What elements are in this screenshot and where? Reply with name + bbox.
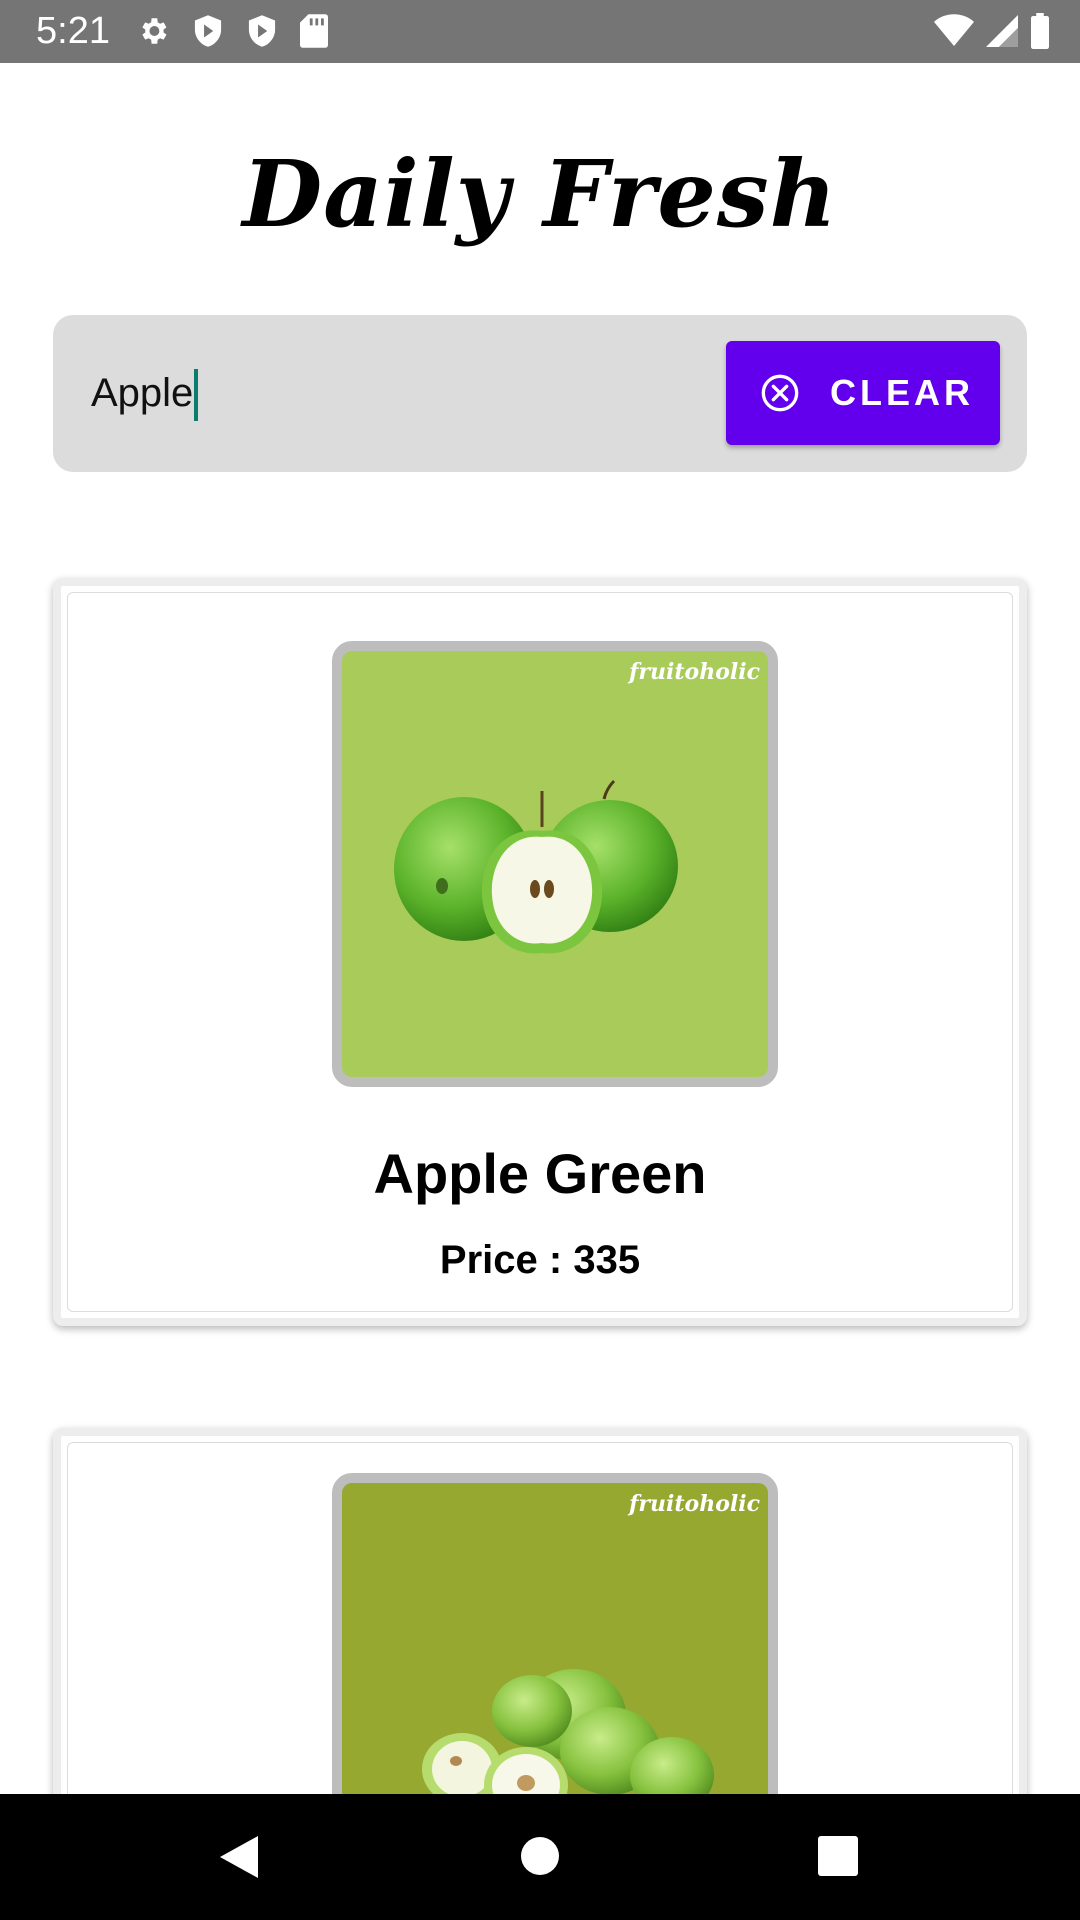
gear-icon [142,18,167,44]
search-input[interactable]: Apple [91,355,671,431]
text-cursor [194,369,199,422]
product-card[interactable]: fruitoholic Apple Green Price : 335 [53,578,1027,1326]
search-box: Apple CLEAR [53,315,1027,472]
clear-button-label: CLEAR [830,372,974,413]
product-image: fruitoholic [332,641,778,1087]
search-input-value: Apple [91,371,194,415]
shield-icon [194,15,222,47]
status-bar: 5:21 [0,0,1080,63]
close-circle-icon [761,374,799,412]
card-surface: fruitoholic Apple Green Price : 335 [67,592,1013,1312]
product-name: Apple Green [373,1142,707,1205]
product-price: Price : 335 [439,1238,641,1282]
brand-watermark: fruitoholic [628,659,760,685]
status-icons-left [136,14,328,48]
app-title: Daily Fresh [242,140,838,248]
battery-icon [1031,13,1049,49]
shield-icon [248,15,276,47]
recents-icon[interactable] [818,1836,858,1876]
wifi-icon [934,14,974,47]
clear-button[interactable]: CLEAR [726,341,1000,445]
sd-card-icon [300,14,328,48]
signal-icon [986,15,1018,47]
back-icon[interactable] [218,1834,260,1880]
status-icons-right [934,13,1050,49]
home-icon[interactable] [520,1836,560,1876]
card-surface: fruitoholic [67,1442,1013,1919]
status-time: 5:21 [36,10,110,52]
navigation-bar [0,1794,1080,1920]
brand-watermark: fruitoholic [628,1491,760,1517]
green-apples-illustration [394,779,678,954]
product-card[interactable]: fruitoholic [53,1428,1027,1919]
